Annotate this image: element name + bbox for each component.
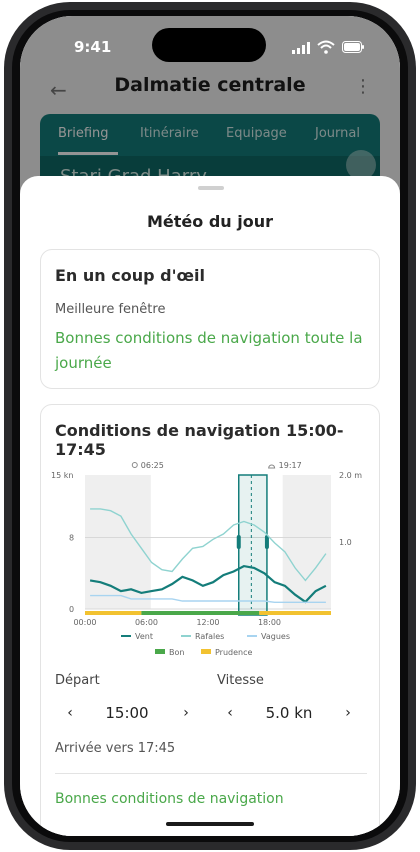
dynamic-island [152,28,266,62]
sunset-icon [268,464,276,469]
home-indicator [166,822,254,826]
sunrise-time: 06:25 [141,461,164,470]
best-window-label: Meilleure fenêtre [55,302,166,317]
conditions-summary: Bonnes conditions de navigation [55,791,284,807]
left-tick-label: 0 [69,605,74,614]
screen: ← Dalmatie centrale ⋮ Briefing Itinérair… [20,16,400,836]
legend-label: Vagues [261,632,290,641]
speed-increase-button[interactable]: › [339,701,357,725]
conditions-bar-segment [141,611,260,615]
status-bar: 9:41 [20,16,400,76]
left-tick-label: 8 [69,534,74,543]
x-tick-label: 12:00 [196,618,219,627]
battery-icon [342,41,364,53]
depart-value: 15:00 [105,704,149,722]
speed-stepper: ‹ 5.0 kn › [217,701,357,725]
left-tick-label: 15 kn [51,471,73,480]
wifi-icon [317,40,335,54]
window-handle-left [236,535,241,549]
glance-title: En un coup d'œil [55,266,205,285]
conditions-bar-segment [85,611,142,615]
divider [55,773,367,774]
sheet-title: Météo du jour [146,212,273,231]
right-tick-label: 1.0 [339,538,352,547]
status-time: 9:41 [74,38,112,56]
legend-label: Rafales [195,632,224,641]
glance-card: En un coup d'œil Meilleure fenêtre Bonne… [40,249,380,389]
conditions-title: Conditions de navigation 15:00-17:45 [55,421,344,459]
conditions-bar-segment [259,611,331,615]
legend-swatch [155,649,165,654]
sunrise-icon [131,462,138,468]
selected-window [238,474,268,616]
sunset-time: 19:17 [279,461,302,470]
weather-chart: 15 kn 8 0 2.0 m 1.0 00:00 06:00 12:00 18:00 06:25… [51,461,362,657]
sheet-drag-handle[interactable] [198,186,224,190]
arrival-time: Arrivée vers 17:45 [55,741,176,756]
depart-label: Départ [55,673,100,688]
right-tick-label: 2.0 m [339,471,362,480]
x-tick-label: 18:00 [258,618,281,627]
weather-sheet: Météo du jour En un coup d'œil Meilleure… [20,176,400,836]
depart-stepper: ‹ 15:00 › [55,701,195,725]
speed-value: 5.0 kn [265,704,313,722]
legend-swatch [201,649,211,654]
speed-label: Vitesse [217,673,264,688]
x-tick-label: 00:00 [73,618,96,627]
best-window-value: Bonnes conditions de navigation toute la… [55,329,363,372]
speed-decrease-button[interactable]: ‹ [221,701,239,725]
depart-decrease-button[interactable]: ‹ [61,701,79,725]
signal-icon [292,42,310,54]
x-tick-label: 06:00 [135,618,158,627]
conditions-card: Conditions de navigation 15:00-17:45 15 … [40,404,380,836]
depart-increase-button[interactable]: › [177,701,195,725]
legend-label: Bon [169,648,184,657]
legend-label: Vent [135,632,153,641]
legend-label: Prudence [215,648,253,657]
